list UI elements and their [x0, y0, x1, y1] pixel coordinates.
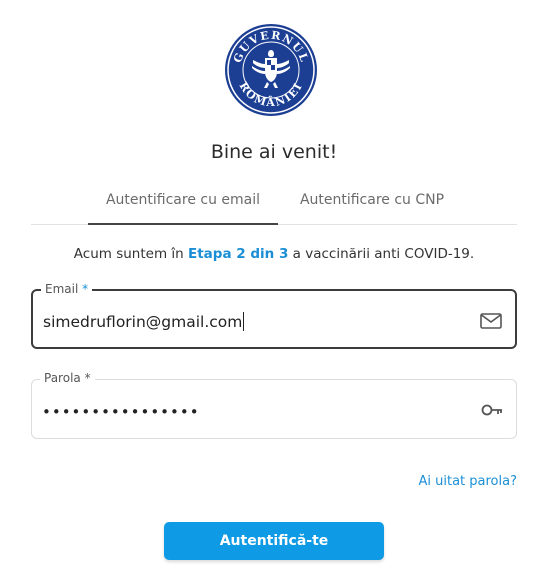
login-button[interactable]: Autentifică-te [164, 522, 384, 560]
tab-email-auth[interactable]: Autentificare cu email [88, 180, 278, 225]
government-seal-icon: GUVERNUL ROMÂNIEI [225, 24, 317, 116]
welcome-heading: Bine ai venit! [210, 141, 338, 163]
password-label: Parola * [40, 371, 95, 385]
stage-text-after: a vaccinării anti COVID-19. [288, 246, 475, 262]
government-logo: GUVERNUL ROMÂNIEI [223, 22, 319, 118]
email-label-text: Email [45, 282, 79, 296]
email-input[interactable]: simedruflorin@gmail.com [43, 312, 244, 331]
password-input[interactable]: •••••••••••••••• [42, 403, 200, 421]
password-required-mark: * [84, 371, 91, 385]
email-label: Email * [41, 282, 93, 296]
key-icon[interactable] [480, 400, 504, 420]
stage-text-before: Acum suntem în [73, 246, 188, 262]
password-field[interactable]: Parola * •••••••••••••••• [31, 371, 517, 439]
tab-cnp-auth[interactable]: Autentificare cu CNP [277, 180, 467, 225]
forgot-password-link[interactable]: Ai uitat parola? [419, 474, 518, 489]
stage-highlight: Etapa 2 din 3 [188, 246, 289, 262]
password-label-text: Parola [44, 371, 81, 385]
email-required-mark: * [82, 282, 89, 296]
auth-tabs: Autentificare cu email Autentificare cu … [31, 180, 517, 225]
email-field[interactable]: Email * simedruflorin@gmail.com [31, 282, 517, 349]
vaccination-stage-text: Acum suntem în Etapa 2 din 3 a vaccinări… [0, 246, 538, 262]
envelope-icon [480, 313, 502, 329]
